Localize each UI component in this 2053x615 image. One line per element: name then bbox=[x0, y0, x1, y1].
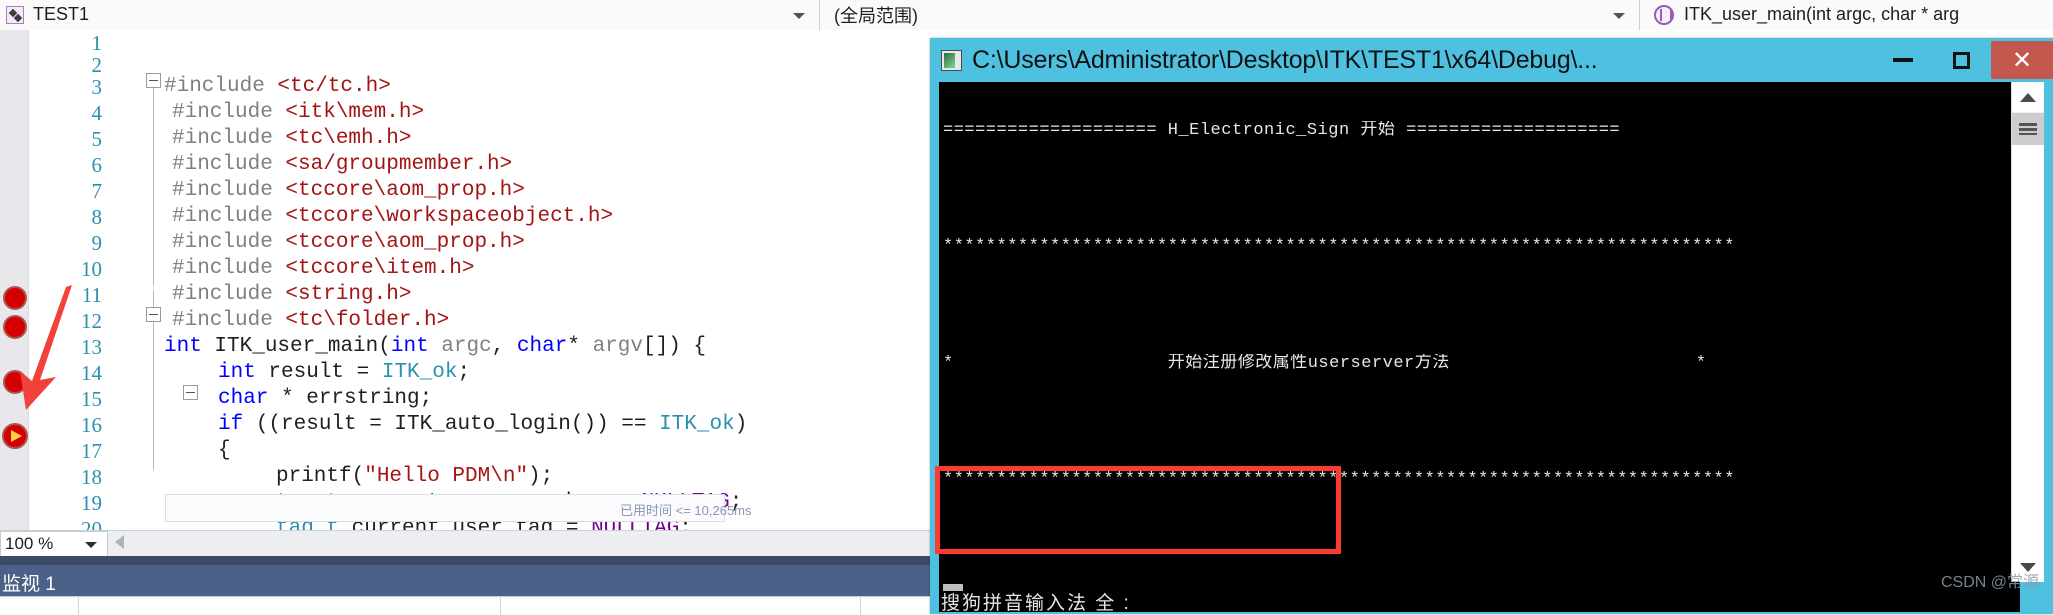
line-number: 6 bbox=[91, 153, 103, 177]
code-line-text: #include <tc/tc.h> bbox=[164, 75, 391, 98]
console-line: ==================== H_Electronic_Sign 开… bbox=[943, 120, 1621, 140]
console-output-area[interactable]: ==================== H_Electronic_Sign 开… bbox=[939, 82, 2020, 582]
maximize-icon bbox=[1952, 51, 1970, 69]
line-number: 3 bbox=[91, 75, 103, 99]
close-button[interactable]: ✕ bbox=[1991, 41, 2053, 79]
zoom-level-value: 100 % bbox=[5, 534, 54, 553]
line-number: 17 bbox=[81, 439, 102, 463]
line-number: 12 bbox=[81, 309, 102, 333]
scrollbar-thumb[interactable] bbox=[2012, 113, 2044, 145]
console-output-text: ==================== H_Electronic_Sign 开… bbox=[943, 82, 1983, 582]
line-number: 10 bbox=[81, 257, 102, 281]
chevron-up-icon[interactable] bbox=[2012, 82, 2044, 112]
chevron-down-icon[interactable] bbox=[85, 542, 97, 548]
current-statement-marker[interactable] bbox=[2, 423, 28, 449]
line-number: 13 bbox=[81, 335, 102, 359]
function-selector-label: ITK_user_main(int argc, char * arg bbox=[1684, 4, 1960, 24]
code-line-text: #include <tc\folder.h> bbox=[172, 309, 450, 332]
code-line-text: char * errstring; bbox=[218, 387, 433, 410]
line-number: 7 bbox=[91, 179, 103, 203]
code-line-text: #include <tccore\aom_prop.h> bbox=[172, 179, 525, 202]
minimize-icon bbox=[1893, 58, 1913, 62]
code-line-text: #include <itk\mem.h> bbox=[172, 101, 425, 124]
line-number: 19 bbox=[81, 491, 102, 515]
scrollbar-track[interactable] bbox=[2012, 145, 2044, 552]
breakpoint-marker[interactable] bbox=[3, 370, 27, 394]
line-number: 15 bbox=[81, 387, 102, 411]
console-line: * 开始注册修改属性userserver方法 * bbox=[943, 353, 1707, 373]
console-line: ****************************************… bbox=[943, 237, 1735, 257]
console-title: C:\Users\Administrator\Desktop\ITK\TEST1… bbox=[972, 45, 1598, 74]
code-line-text: #include <tc\emh.h> bbox=[172, 127, 412, 150]
scope-selector-combo[interactable]: (全局范围) bbox=[820, 0, 1640, 30]
console-app-icon bbox=[941, 49, 962, 71]
function-selector-combo[interactable]: ITK_user_main(int argc, char * arg bbox=[1640, 0, 2053, 30]
watch-column-divider[interactable] bbox=[78, 597, 79, 615]
code-line-text: printf("Hello PDM\n"); bbox=[276, 465, 554, 488]
ime-status-bar: 搜狗拼音输入法 全 : bbox=[939, 582, 2020, 614]
code-line-text: { bbox=[218, 439, 231, 462]
line-number: 20 bbox=[81, 517, 102, 530]
chevron-down-icon[interactable] bbox=[793, 12, 805, 19]
console-scrollbar[interactable] bbox=[2011, 82, 2044, 582]
breakpoint-gutter[interactable] bbox=[0, 30, 29, 530]
line-number: 11 bbox=[81, 283, 102, 307]
code-line-text: if ((result = ITK_auto_login()) == ITK_o… bbox=[218, 413, 748, 436]
line-number: 4 bbox=[91, 101, 103, 125]
watch-column-divider[interactable] bbox=[860, 597, 861, 615]
line-number: 16 bbox=[81, 413, 102, 437]
chevron-down-icon[interactable] bbox=[1613, 12, 1625, 19]
line-number: 18 bbox=[81, 465, 102, 489]
code-line-text: #include <tccore\aom_prop.h> bbox=[172, 231, 525, 254]
zoom-level-combo[interactable]: 100 % bbox=[0, 531, 108, 557]
line-number: 14 bbox=[81, 361, 102, 385]
code-line-text: #include <string.h> bbox=[172, 283, 412, 306]
visual-studio-navigation-bar: TEST1 (全局范围) ITK_user_main(int argc, cha… bbox=[0, 0, 2053, 30]
code-line-text: #include <sa/groupmember.h> bbox=[172, 153, 513, 176]
line-number: 8 bbox=[91, 205, 103, 229]
project-selector-combo[interactable]: TEST1 bbox=[0, 0, 820, 30]
ime-status-text: 搜狗拼音输入法 全 : bbox=[941, 593, 1131, 614]
breakpoint-marker[interactable] bbox=[3, 315, 27, 339]
elapsed-time-adornment: 已用时间 <= 10,265ms bbox=[620, 503, 752, 518]
watermark: CSDN @常源 bbox=[1940, 574, 2039, 591]
method-icon bbox=[1654, 4, 1674, 25]
code-line-text: #include <tccore\item.h> bbox=[172, 257, 475, 280]
watch-column-divider[interactable] bbox=[500, 597, 501, 615]
code-line-text: int ITK_user_main(int argc, char* argv[]… bbox=[164, 335, 706, 358]
code-line-text: int result = ITK_ok; bbox=[218, 361, 471, 384]
breakpoint-marker[interactable] bbox=[3, 286, 27, 310]
scope-selector-label: (全局范围) bbox=[834, 5, 918, 26]
maximize-button[interactable] bbox=[1933, 41, 1989, 79]
tab-watch-1[interactable]: 监视 1 bbox=[2, 569, 56, 596]
scroll-left-arrow-icon[interactable] bbox=[115, 535, 124, 549]
project-selector-label: TEST1 bbox=[33, 4, 90, 24]
console-line: ****************************************… bbox=[943, 470, 1735, 490]
console-titlebar[interactable]: C:\Users\Administrator\Desktop\ITK\TEST1… bbox=[930, 38, 2053, 82]
line-number: 9 bbox=[91, 231, 103, 255]
console-window[interactable]: C:\Users\Administrator\Desktop\ITK\TEST1… bbox=[930, 38, 2053, 614]
project-icon bbox=[6, 5, 24, 24]
line-number: 5 bbox=[91, 127, 103, 151]
minimize-button[interactable] bbox=[1875, 41, 1931, 79]
code-line-text: #include <tccore\workspaceobject.h> bbox=[172, 205, 614, 228]
